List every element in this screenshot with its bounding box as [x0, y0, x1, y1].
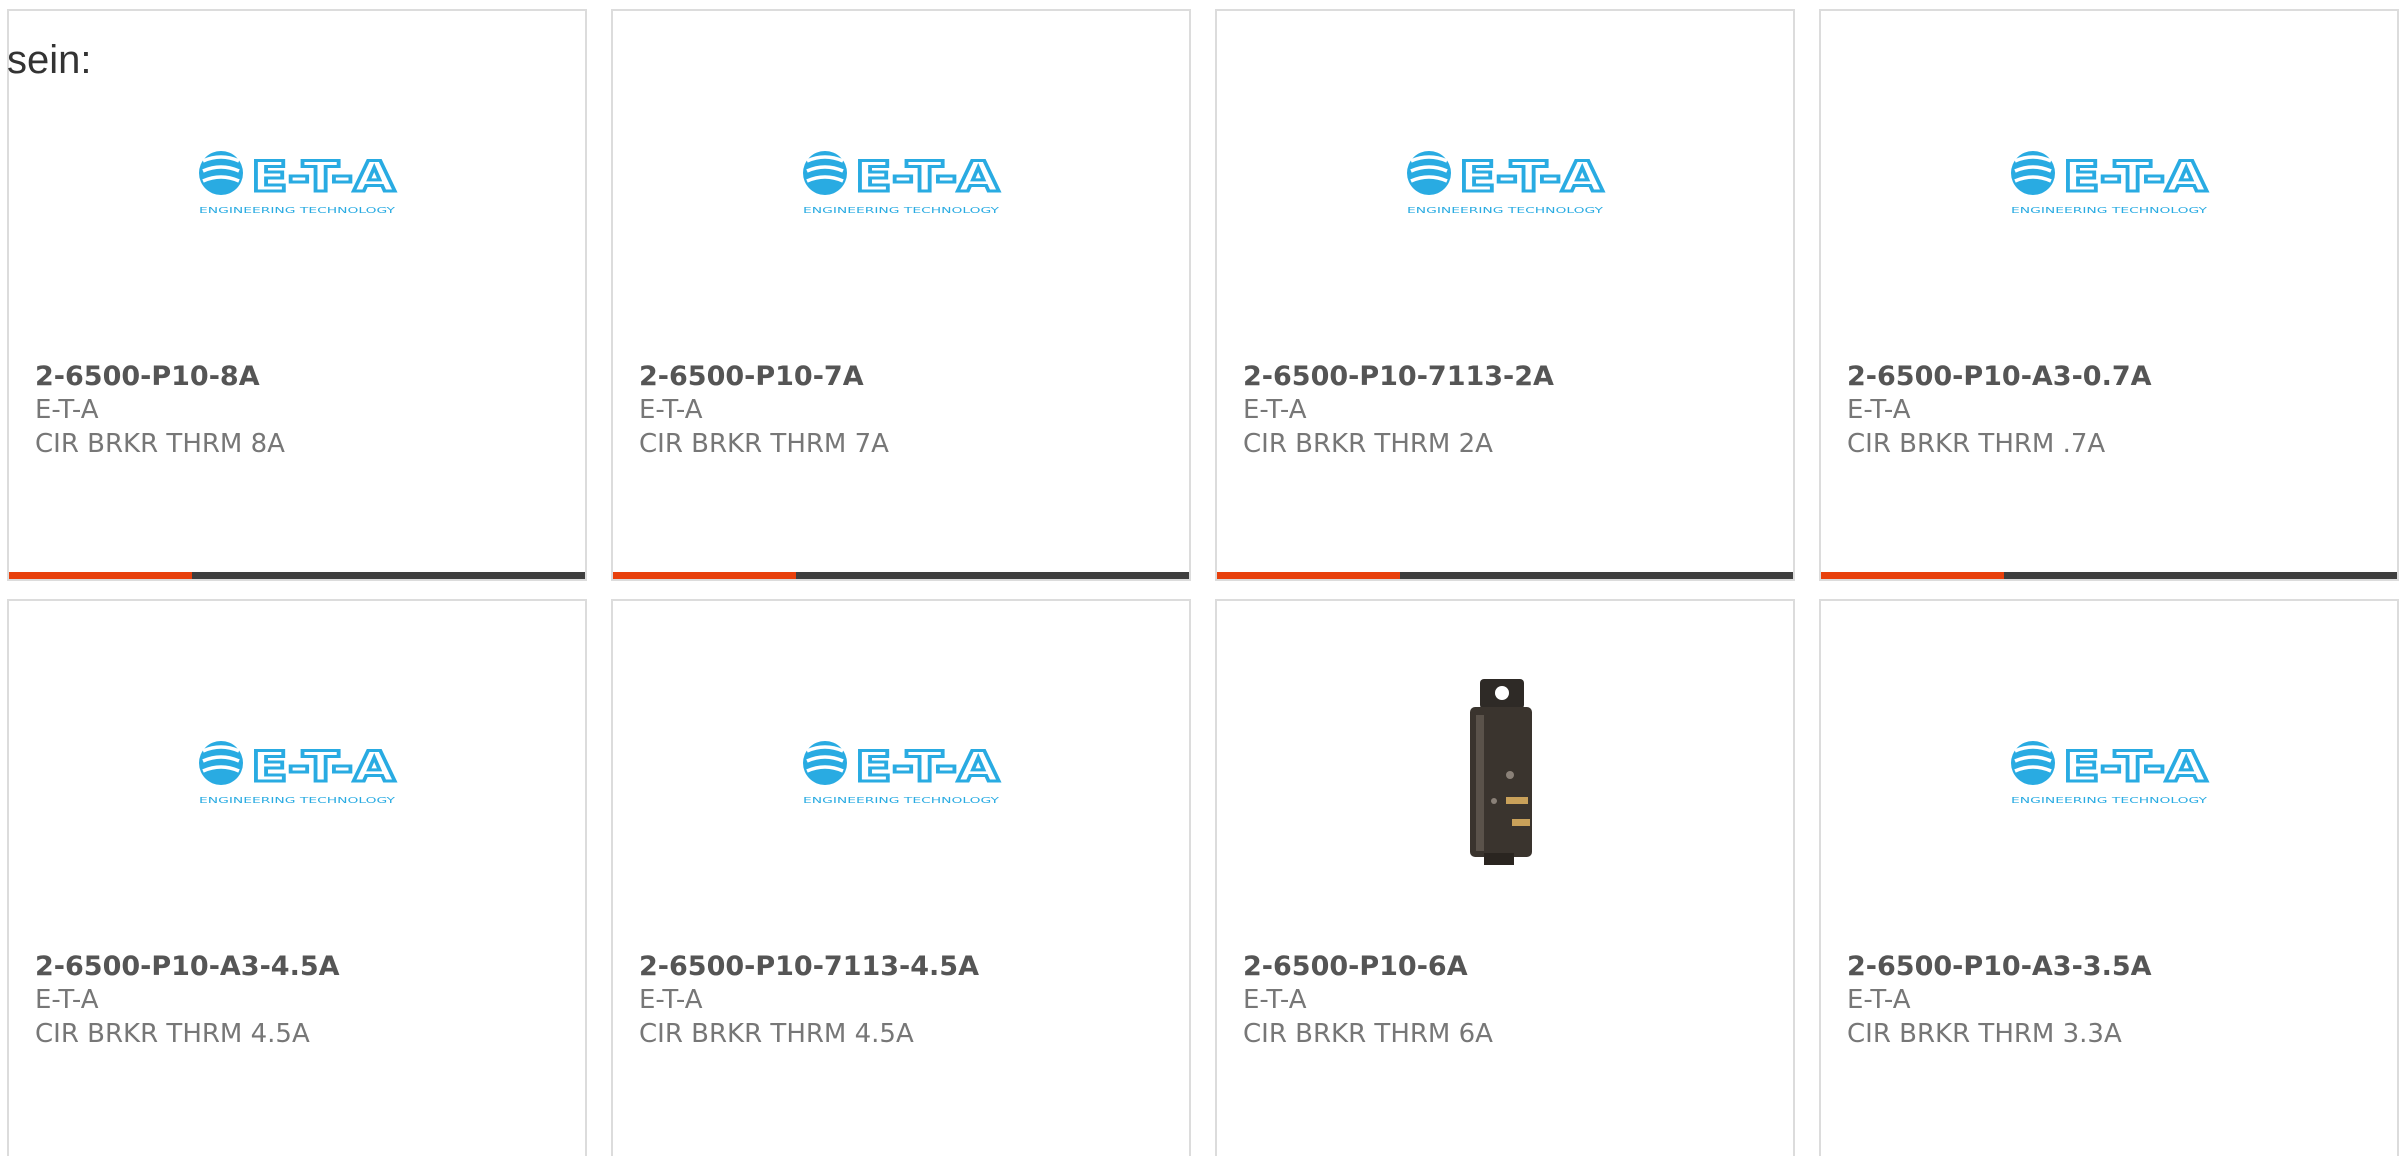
logo-wordmark: E-T-A	[1459, 152, 1604, 201]
card-accent-bar	[9, 572, 192, 579]
product-card[interactable]: E-T-A ENGINEERING TECHNOLOGY 2-6500-P10-71…	[1215, 9, 1795, 581]
product-card[interactable]: E-T-A ENGINEERING TECHNOLOGY 2-6500-P10-8A…	[7, 9, 587, 581]
manufacturer-logo: E-T-A ENGINEERING TECHNOLOGY	[799, 735, 1003, 807]
logo-tagline: ENGINEERING TECHNOLOGY	[1407, 206, 1603, 215]
logo-wordmark: E-T-A	[855, 152, 1000, 201]
product-card[interactable]: E-T-A ENGINEERING TECHNOLOGY 2-6500-P10-A3…	[1819, 599, 2399, 1156]
eta-logo-icon: E-T-A ENGINEERING TECHNOLOGY	[2011, 151, 2209, 215]
product-card[interactable]: 2-6500-P10-6A E-T-A CIR BRKR THRM 6A	[1215, 599, 1795, 1156]
logo-wordmark: E-T-A	[2063, 742, 2208, 791]
eta-logo-icon: E-T-A ENGINEERING TECHNOLOGY	[199, 151, 397, 215]
card-bottom-bar	[613, 572, 1189, 579]
logo-tagline: ENGINEERING TECHNOLOGY	[2011, 796, 2207, 805]
product-description: CIR BRKR THRM 6A	[1243, 1019, 1493, 1049]
card-accent-bar	[1217, 572, 1400, 579]
eta-logo-icon: E-T-A ENGINEERING TECHNOLOGY	[803, 741, 1001, 805]
eta-logo-icon: E-T-A ENGINEERING TECHNOLOGY	[2011, 741, 2209, 805]
product-card[interactable]: E-T-A ENGINEERING TECHNOLOGY 2-6500-P10-A3…	[7, 599, 587, 1156]
product-description: CIR BRKR THRM .7A	[1847, 429, 2106, 459]
manufacturer-logo: E-T-A ENGINEERING TECHNOLOGY	[195, 145, 399, 217]
product-card[interactable]: E-T-A ENGINEERING TECHNOLOGY 2-6500-P10-71…	[611, 599, 1191, 1156]
product-manufacturer: E-T-A	[1847, 395, 1911, 425]
product-card[interactable]: E-T-A ENGINEERING TECHNOLOGY 2-6500-P10-7A…	[611, 9, 1191, 581]
eta-logo-icon: E-T-A ENGINEERING TECHNOLOGY	[803, 151, 1001, 215]
manufacturer-logo: E-T-A ENGINEERING TECHNOLOGY	[799, 145, 1003, 217]
card-accent-bar	[1821, 572, 2004, 579]
product-manufacturer: E-T-A	[35, 985, 99, 1015]
product-manufacturer: E-T-A	[35, 395, 99, 425]
manufacturer-logo: E-T-A ENGINEERING TECHNOLOGY	[2007, 145, 2211, 217]
product-manufacturer: E-T-A	[639, 395, 703, 425]
product-manufacturer: E-T-A	[1847, 985, 1911, 1015]
manufacturer-logo: E-T-A ENGINEERING TECHNOLOGY	[1403, 145, 1607, 217]
product-part-number[interactable]: 2-6500-P10-A3-4.5A	[35, 951, 340, 982]
card-bottom-bar	[1217, 572, 1793, 579]
product-image[interactable]	[1217, 661, 1793, 881]
product-card[interactable]: E-T-A ENGINEERING TECHNOLOGY 2-6500-P10-A3…	[1819, 9, 2399, 581]
logo-wordmark: E-T-A	[251, 152, 396, 201]
product-image[interactable]: E-T-A ENGINEERING TECHNOLOGY	[613, 721, 1189, 821]
logo-tagline: ENGINEERING TECHNOLOGY	[803, 206, 999, 215]
product-description: CIR BRKR THRM 4.5A	[639, 1019, 914, 1049]
product-image[interactable]: E-T-A ENGINEERING TECHNOLOGY	[1217, 131, 1793, 231]
card-bottom-bar	[1821, 572, 2397, 579]
product-manufacturer: E-T-A	[1243, 395, 1307, 425]
logo-tagline: ENGINEERING TECHNOLOGY	[2011, 206, 2207, 215]
product-description: CIR BRKR THRM 7A	[639, 429, 889, 459]
product-part-number[interactable]: 2-6500-P10-7113-4.5A	[639, 951, 979, 982]
product-grid: E-T-A ENGINEERING TECHNOLOGY 2-6500-P10-8A…	[0, 0, 2400, 1156]
logo-tagline: ENGINEERING TECHNOLOGY	[199, 796, 395, 805]
product-image[interactable]: E-T-A ENGINEERING TECHNOLOGY	[1821, 721, 2397, 821]
product-image[interactable]: E-T-A ENGINEERING TECHNOLOGY	[1821, 131, 2397, 231]
logo-wordmark: E-T-A	[2063, 152, 2208, 201]
product-manufacturer: E-T-A	[1243, 985, 1307, 1015]
card-bottom-bar	[9, 572, 585, 579]
product-manufacturer: E-T-A	[639, 985, 703, 1015]
logo-tagline: ENGINEERING TECHNOLOGY	[803, 796, 999, 805]
product-part-number[interactable]: 2-6500-P10-6A	[1243, 951, 1468, 982]
product-image[interactable]: E-T-A ENGINEERING TECHNOLOGY	[9, 721, 585, 821]
product-part-number[interactable]: 2-6500-P10-A3-3.5A	[1847, 951, 2152, 982]
product-description: CIR BRKR THRM 3.3A	[1847, 1019, 2122, 1049]
card-accent-bar	[613, 572, 796, 579]
product-part-number[interactable]: 2-6500-P10-7A	[639, 361, 864, 392]
circuit-breaker-photo-icon	[1470, 679, 1532, 865]
product-description: CIR BRKR THRM 4.5A	[35, 1019, 310, 1049]
product-image[interactable]: E-T-A ENGINEERING TECHNOLOGY	[613, 131, 1189, 231]
manufacturer-logo: E-T-A ENGINEERING TECHNOLOGY	[195, 735, 399, 807]
product-image[interactable]: E-T-A ENGINEERING TECHNOLOGY	[9, 131, 585, 231]
logo-wordmark: E-T-A	[251, 742, 396, 791]
product-description: CIR BRKR THRM 8A	[35, 429, 285, 459]
product-part-number[interactable]: 2-6500-P10-8A	[35, 361, 260, 392]
product-description: CIR BRKR THRM 2A	[1243, 429, 1493, 459]
product-grid-page: sein: E-T-A ENGINEERING TECHNOLOGY 2-6500-…	[0, 0, 2400, 1156]
manufacturer-logo: E-T-A ENGINEERING TECHNOLOGY	[2007, 735, 2211, 807]
product-part-number[interactable]: 2-6500-P10-7113-2A	[1243, 361, 1554, 392]
product-part-number[interactable]: 2-6500-P10-A3-0.7A	[1847, 361, 2152, 392]
logo-tagline: ENGINEERING TECHNOLOGY	[199, 206, 395, 215]
intro-text: sein:	[7, 38, 92, 82]
eta-logo-icon: E-T-A ENGINEERING TECHNOLOGY	[199, 741, 397, 805]
logo-wordmark: E-T-A	[855, 742, 1000, 791]
eta-logo-icon: E-T-A ENGINEERING TECHNOLOGY	[1407, 151, 1605, 215]
